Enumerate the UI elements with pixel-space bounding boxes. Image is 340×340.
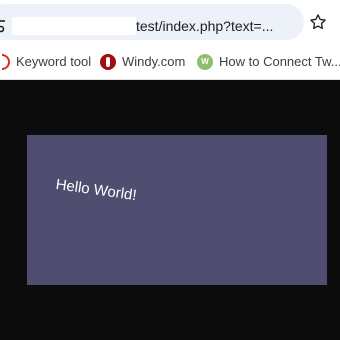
- bookmark-keyword-tool[interactable]: Keyword tool: [0, 52, 91, 72]
- bookmark-label: Windy.com: [122, 54, 186, 69]
- omnibox[interactable]: test/index.php?text=...: [0, 4, 304, 40]
- tune-icon[interactable]: [0, 16, 6, 34]
- bookmark-label: Keyword tool: [16, 54, 92, 69]
- url-text[interactable]: test/index.php?text=...: [136, 17, 273, 35]
- star-icon[interactable]: [308, 12, 328, 32]
- w-favicon: W: [197, 54, 213, 70]
- bookmarks-bar: Keyword tool Windy.com W How to Connect …: [0, 44, 340, 80]
- bookmark-label: How to Connect Tw...: [219, 54, 340, 69]
- canvas-panel: Hello World!: [27, 135, 327, 285]
- browser-toolbar: test/index.php?text=...: [0, 0, 340, 44]
- windy-favicon: [100, 54, 116, 70]
- url-redaction: [12, 17, 136, 35]
- bookmark-windy[interactable]: Windy.com: [100, 52, 185, 72]
- canvas-text: Hello World!: [54, 176, 138, 205]
- page-content: Hello World!: [0, 80, 340, 340]
- bookmark-how-to-connect[interactable]: W How to Connect Tw...: [197, 52, 340, 72]
- keyword-tool-favicon: [2, 54, 10, 70]
